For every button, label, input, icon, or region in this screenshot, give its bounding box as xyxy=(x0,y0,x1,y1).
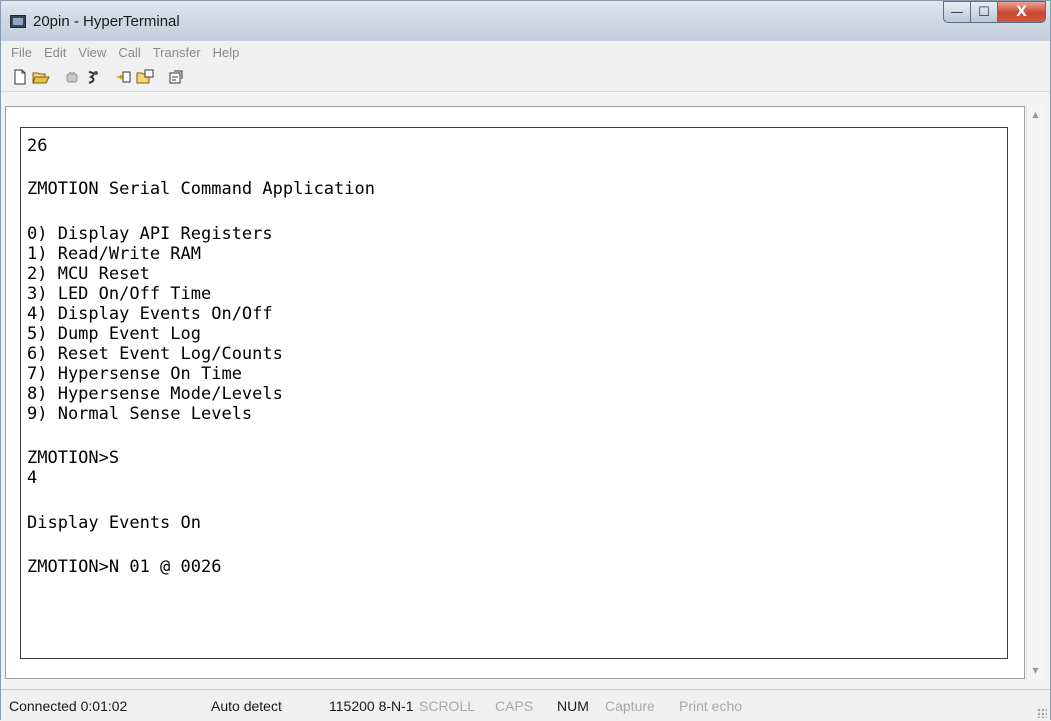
app-icon[interactable] xyxy=(10,15,26,28)
open-icon[interactable] xyxy=(31,67,51,87)
minimize-button[interactable]: — xyxy=(943,1,971,23)
send-icon[interactable] xyxy=(114,67,134,87)
terminal-line: 4 xyxy=(27,468,38,488)
scroll-down-icon[interactable]: ▼ xyxy=(1027,662,1044,679)
terminal-line: ZMOTION>N 01 @ 0026 xyxy=(27,557,222,577)
window-title: 20pin - HyperTerminal xyxy=(33,13,180,30)
title-bar[interactable]: 20pin - HyperTerminal — ☐ X xyxy=(1,1,1050,41)
terminal-line: 2) MCU Reset xyxy=(27,264,150,284)
caption-buttons: — ☐ X xyxy=(943,1,1046,23)
status-bar: Connected 0:01:02 Auto detect 115200 8-N… xyxy=(1,689,1050,721)
maximize-button[interactable]: ☐ xyxy=(971,1,998,23)
connect-icon[interactable] xyxy=(62,67,82,87)
menu-edit[interactable]: Edit xyxy=(40,45,70,60)
terminal-line: ZMOTION Serial Command Application xyxy=(27,179,375,199)
terminal-line: 1) Read/Write RAM xyxy=(27,244,201,264)
close-button[interactable]: X xyxy=(998,1,1046,23)
menu-view[interactable]: View xyxy=(74,45,110,60)
status-num: NUM xyxy=(557,698,589,714)
terminal-line: 3) LED On/Off Time xyxy=(27,284,212,304)
menu-transfer[interactable]: Transfer xyxy=(149,45,205,60)
disconnect-icon[interactable] xyxy=(83,67,103,87)
status-caps: CAPS xyxy=(495,698,534,714)
resize-grip-icon[interactable] xyxy=(1037,708,1047,718)
terminal-line: ZMOTION>S xyxy=(27,448,120,468)
new-icon[interactable] xyxy=(10,67,30,87)
terminal-line: 6) Reset Event Log/Counts xyxy=(27,344,283,364)
terminal-line: 26 xyxy=(27,136,48,156)
terminal-line: 9) Normal Sense Levels xyxy=(27,404,253,424)
menu-call[interactable]: Call xyxy=(114,45,144,60)
terminal-line: 4) Display Events On/Off xyxy=(27,304,273,324)
menu-help[interactable]: Help xyxy=(209,45,244,60)
status-scroll: SCROLL xyxy=(419,698,476,714)
terminal-line: 7) Hypersense On Time xyxy=(27,364,242,384)
toolbar xyxy=(1,63,1050,92)
terminal-line: 8) Hypersense Mode/Levels xyxy=(27,384,283,404)
terminal-line: Display Events On xyxy=(27,513,201,533)
menu-file[interactable]: File xyxy=(7,45,36,60)
scroll-up-icon[interactable]: ▲ xyxy=(1027,106,1044,123)
terminal-frame[interactable]: 26 ZMOTION Serial Command Application 0)… xyxy=(5,106,1025,679)
terminal-line: 5) Dump Event Log xyxy=(27,324,201,344)
status-settings: 115200 8-N-1 xyxy=(329,698,414,714)
menu-bar: File Edit View Call Transfer Help xyxy=(1,41,1050,63)
status-print-echo: Print echo xyxy=(679,698,743,714)
status-capture: Capture xyxy=(605,698,655,714)
terminal-line: 0) Display API Registers xyxy=(27,224,273,244)
vertical-scrollbar[interactable]: ▲ ▼ xyxy=(1026,106,1044,679)
receive-icon[interactable] xyxy=(135,67,155,87)
hyperterminal-window: 20pin - HyperTerminal — ☐ X File Edit Vi… xyxy=(0,0,1051,721)
status-detect: Auto detect xyxy=(211,698,282,714)
status-connection: Connected 0:01:02 xyxy=(9,698,128,714)
terminal-screen[interactable]: 26 ZMOTION Serial Command Application 0)… xyxy=(20,127,1008,659)
properties-icon[interactable] xyxy=(166,67,186,87)
